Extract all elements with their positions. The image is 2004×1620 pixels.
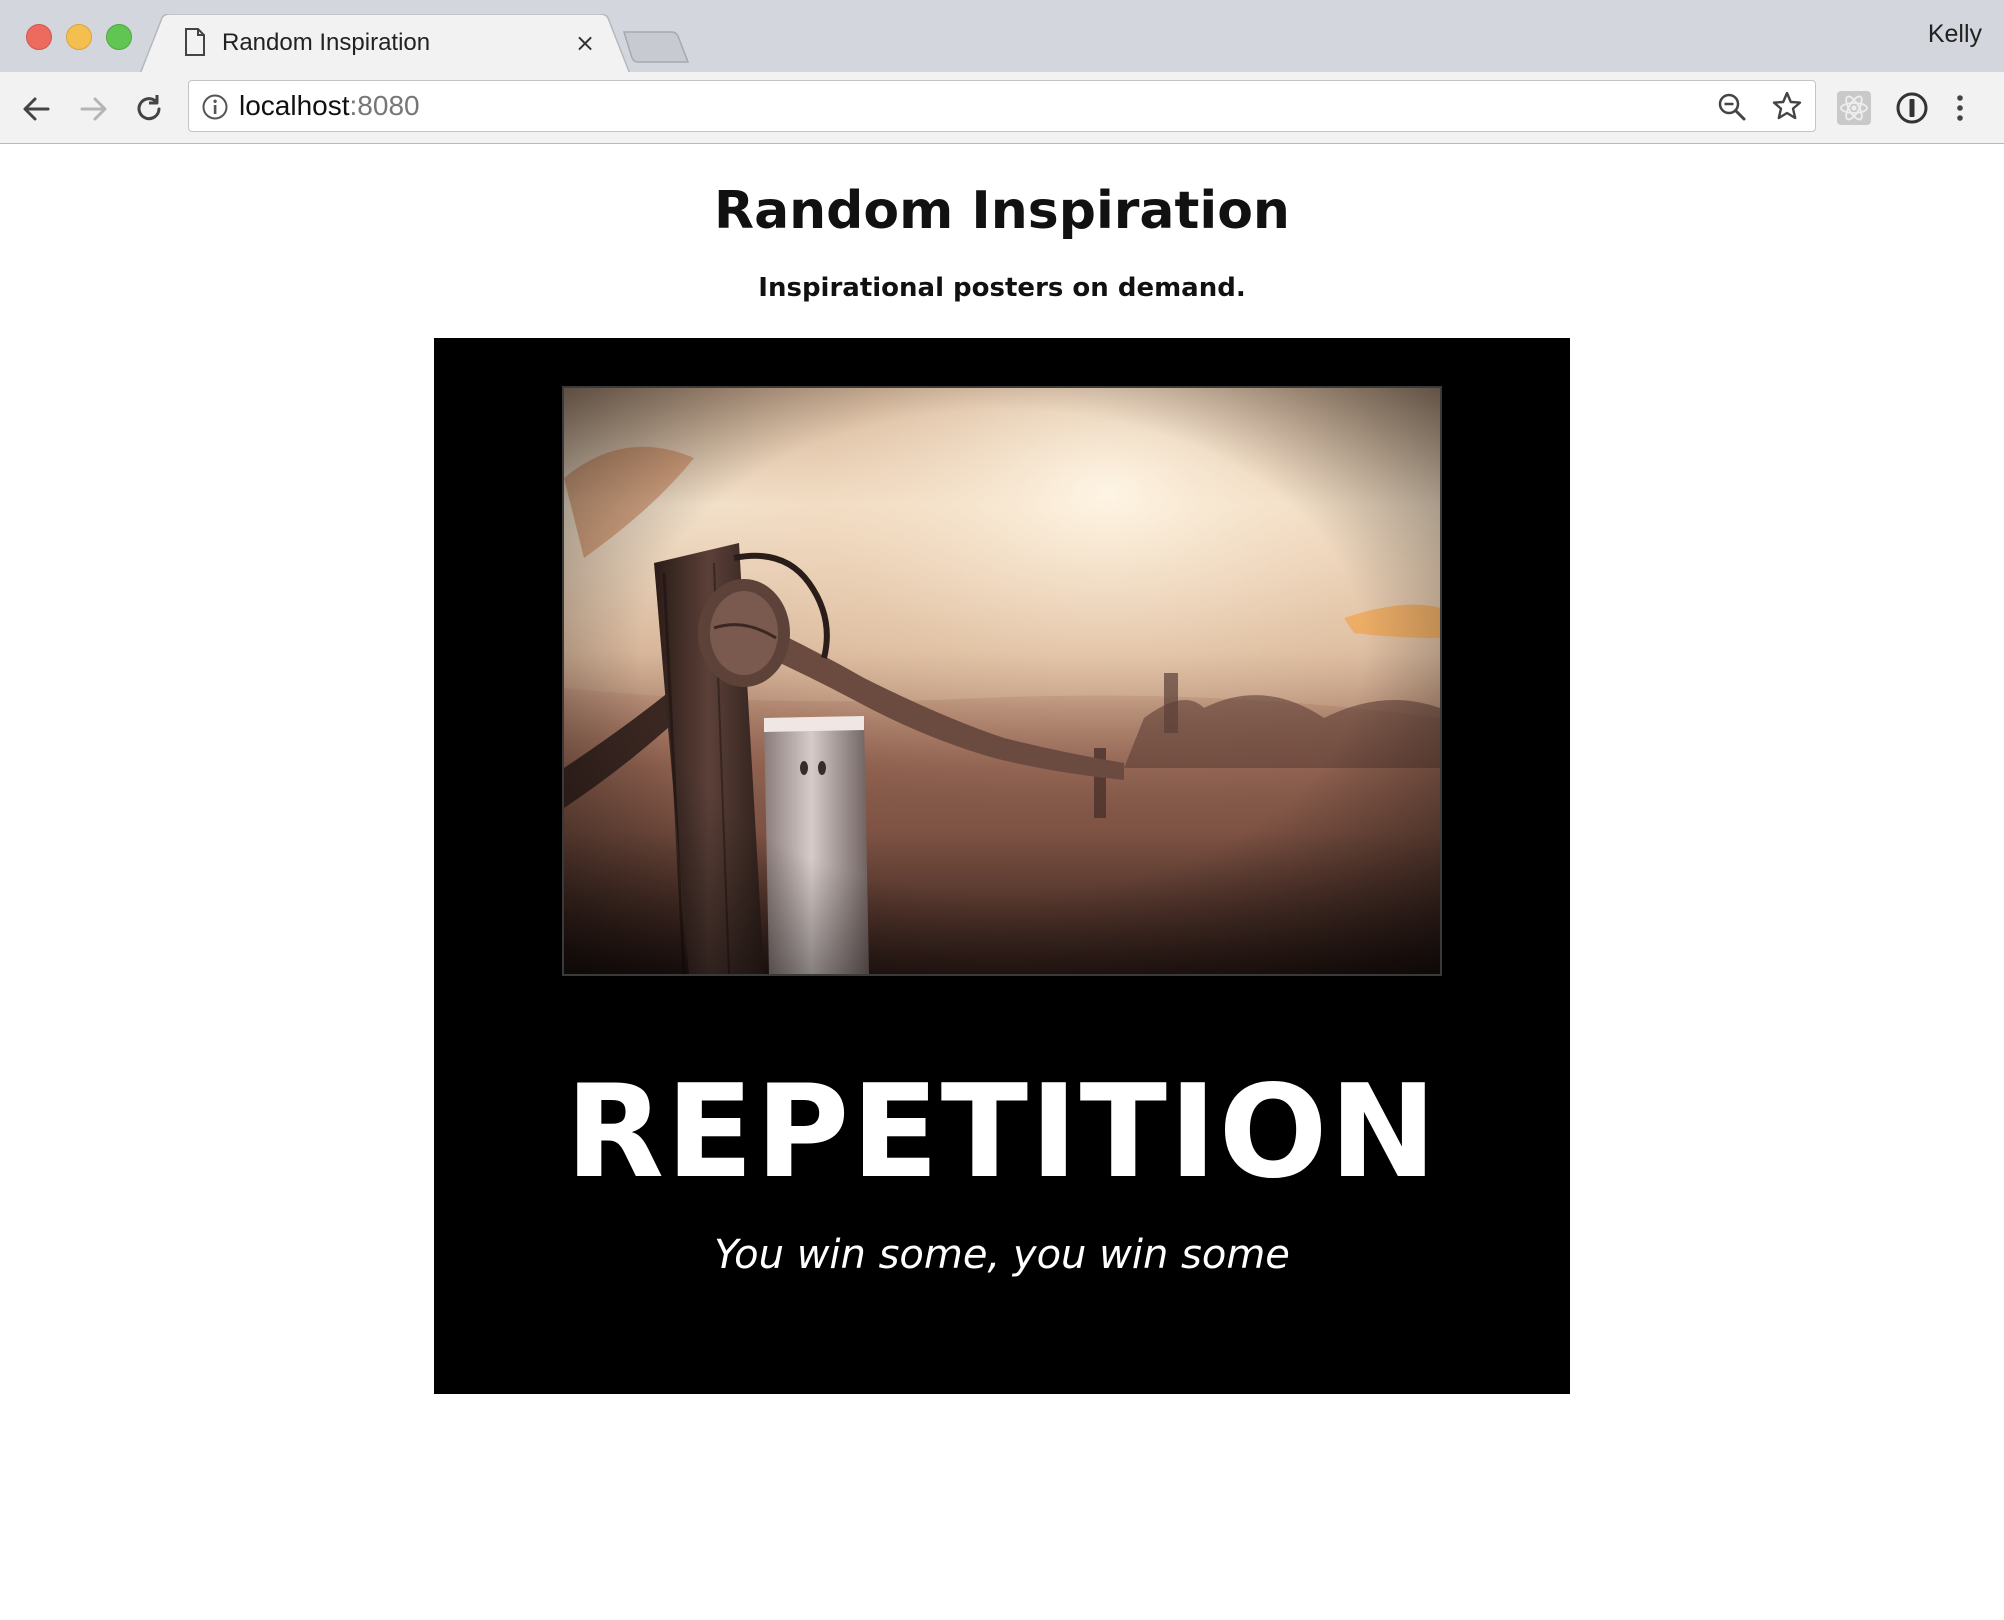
- address-url[interactable]: localhost:8080: [239, 89, 420, 123]
- poster-image: [562, 386, 1442, 976]
- browser-tab-active[interactable]: Random Inspiration ×: [140, 14, 630, 74]
- new-tab-button[interactable]: [620, 30, 690, 64]
- address-bar[interactable]: localhost:8080: [188, 80, 1816, 132]
- window-minimize-button[interactable]: [66, 24, 92, 50]
- window-maximize-button[interactable]: [106, 24, 132, 50]
- page-subtitle: Inspirational posters on demand.: [758, 273, 1246, 303]
- url-host: localhost: [239, 90, 350, 121]
- poster-heading: REPETITION: [565, 1058, 1439, 1207]
- bookmark-star-icon[interactable]: [1771, 90, 1803, 126]
- forward-arrow-icon[interactable]: [76, 92, 110, 126]
- reload-icon[interactable]: [132, 92, 166, 126]
- document-icon: [184, 28, 206, 60]
- window-close-button[interactable]: [26, 24, 52, 50]
- browser-titlebar: Random Inspiration × Kelly: [0, 0, 2004, 74]
- info-icon[interactable]: [201, 93, 229, 125]
- tab-title: Random Inspiration: [222, 29, 431, 56]
- menu-kebab-icon[interactable]: [1950, 90, 1970, 130]
- inspirational-poster: REPETITION You win some, you win some: [434, 338, 1570, 1394]
- zoom-out-icon[interactable]: [1717, 92, 1747, 126]
- tab-close-button[interactable]: ×: [572, 30, 598, 56]
- url-port: :8080: [349, 90, 420, 121]
- browser-toolbar: localhost:8080: [0, 72, 2004, 144]
- page-title: Random Inspiration: [714, 181, 1290, 241]
- react-devtools-icon[interactable]: [1836, 90, 1872, 130]
- password-manager-icon[interactable]: [1894, 90, 1930, 130]
- back-arrow-icon[interactable]: [20, 92, 54, 126]
- poster-caption: You win some, you win some: [714, 1232, 1290, 1278]
- profile-name[interactable]: Kelly: [1928, 20, 1982, 49]
